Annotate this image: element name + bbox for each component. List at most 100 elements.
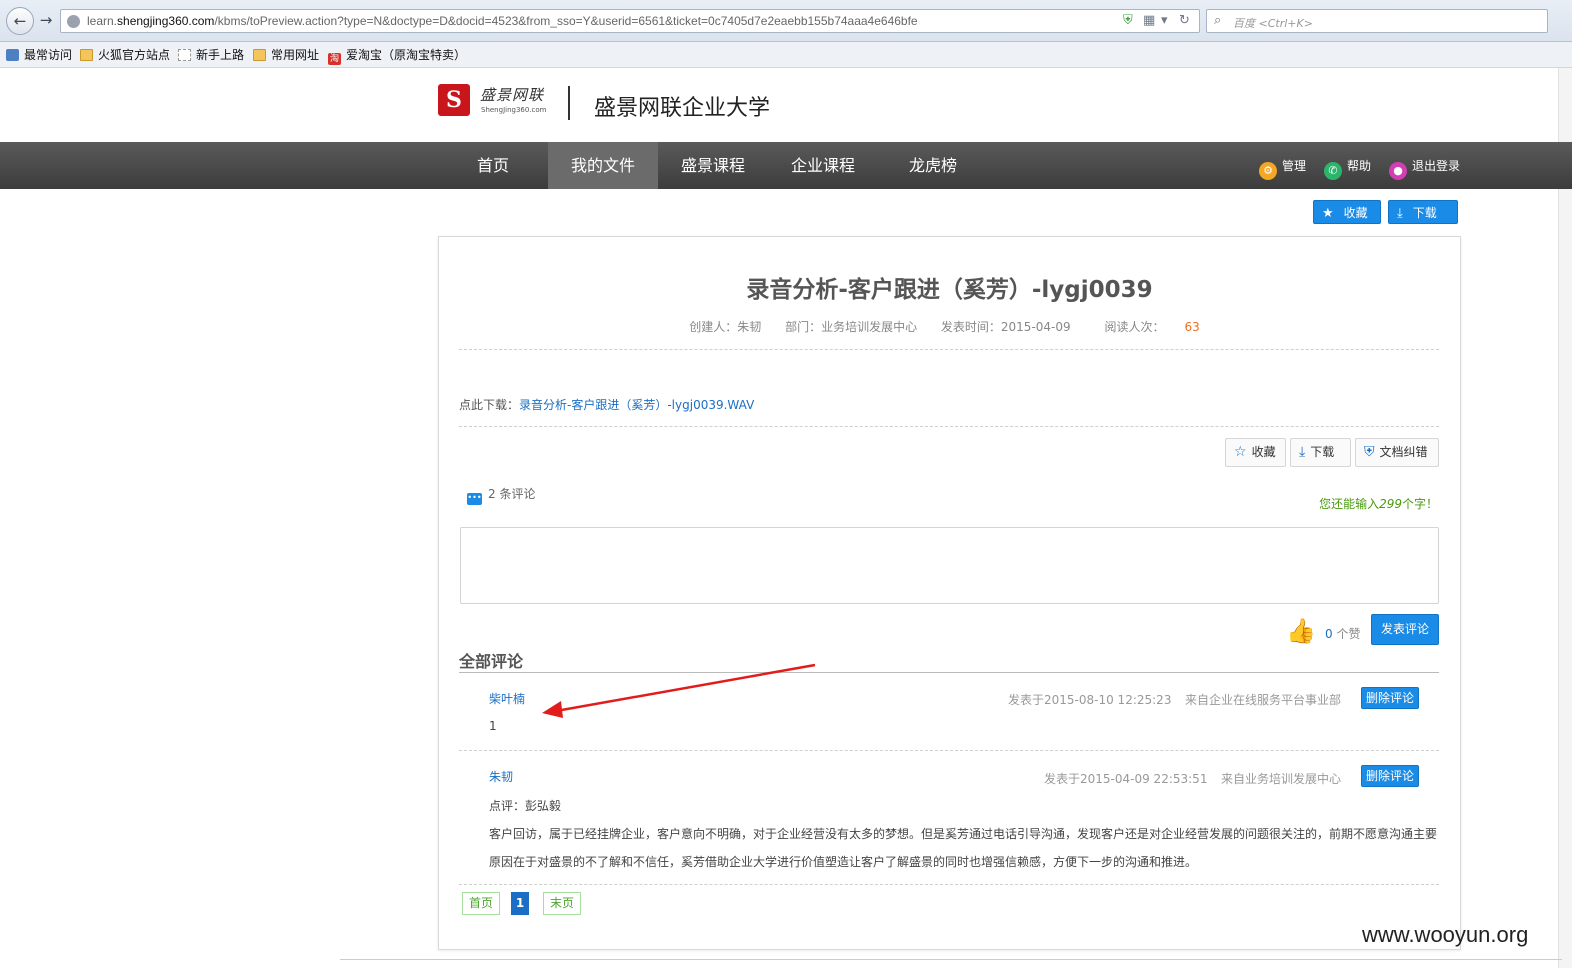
user-icon: ● [1389, 162, 1407, 180]
globe-icon [67, 15, 80, 28]
comment-input[interactable] [460, 527, 1439, 604]
bookmark-label: 新手上路 [196, 48, 245, 62]
comment-count-text: 2 条评论 [488, 487, 536, 501]
bookmark-label: 爱淘宝（原淘宝特卖） [346, 48, 467, 62]
search-icon: ⌕ [1214, 13, 1222, 28]
nav-enterprise-courses[interactable]: 企业课程 [768, 142, 878, 189]
file-download-link[interactable]: 录音分析-客户跟进（奚芳）-lygj0039.WAV [519, 398, 754, 412]
logo-script: 盛景网联 [480, 86, 545, 104]
bookmark-firefox-site[interactable]: 火狐官方站点 [80, 47, 170, 63]
comment-text-line: 原因在于对盛景的不了解和不信任，奚芳借助企业大学进行价值塑造让客户了解盛景的同时… [489, 855, 1198, 869]
help-link[interactable]: ✆ 帮助 [1324, 157, 1371, 180]
first-page-button[interactable]: 首页 [462, 892, 500, 915]
nav-shengjing-courses[interactable]: 盛景课程 [658, 142, 768, 189]
comment-source: 来自企业在线服务平台事业部 [1185, 693, 1342, 707]
main-nav: 首页 我的文件 盛景课程 企业课程 龙虎榜 ⚙ 管理 ✆ 帮助 ● 退出登录 [0, 142, 1572, 189]
publish-time: 发表时间：2015-04-09 [940, 320, 1071, 334]
comment-text: 1 [489, 719, 497, 733]
nav-home[interactable]: 首页 [438, 142, 548, 189]
forward-arrow-icon[interactable]: → [36, 7, 56, 35]
creator: 创建人：朱韧 [689, 320, 762, 334]
bookmark-common-sites[interactable]: 常用网址 [253, 47, 319, 63]
divider [459, 349, 1439, 350]
shield-icon: ⛨ [1364, 444, 1375, 460]
back-arrow-icon[interactable]: ← [6, 7, 34, 35]
nav-my-files[interactable]: 我的文件 [548, 142, 658, 189]
hint-suffix: 个字！ [1401, 497, 1438, 511]
hint-prefix: 您还能输入 [1319, 497, 1380, 511]
site-logo-icon[interactable]: S [438, 84, 470, 116]
bookmark-getting-started[interactable]: 新手上路 [178, 47, 244, 63]
search-bar[interactable]: ⌕ 百度 <Ctrl+K> [1206, 9, 1548, 33]
qr-code-icon[interactable]: ▦ [1143, 14, 1155, 28]
reload-icon[interactable]: ↻ [1179, 14, 1190, 28]
gear-icon: ⚙ [1259, 162, 1277, 180]
divider [459, 750, 1439, 751]
heading-rule [459, 672, 1439, 673]
current-page-button[interactable]: 1 [511, 892, 529, 915]
char-remaining-hint: 您还能输入299个字！ [1200, 495, 1438, 512]
comment-source: 来自业务培训发展中心 [1221, 772, 1342, 786]
favorite-label: 收藏 [1343, 206, 1368, 220]
department: 部门：业务培训发展中心 [785, 320, 918, 334]
download-icon: ⤓ [1299, 444, 1306, 460]
read-count-wrap: 阅读人次： 63 [1094, 320, 1209, 334]
document-meta: 创建人：朱韧 部门：业务培训发展中心 发表时间：2015-04-09 阅读人次：… [438, 318, 1461, 335]
divider [459, 426, 1439, 427]
logout-link[interactable]: ● 退出登录 [1389, 157, 1461, 180]
shield-icon[interactable]: ⛨ [1123, 14, 1133, 28]
folder-icon [80, 49, 93, 61]
watermark: www.wooyun.org [1362, 922, 1529, 947]
bookmark-icon [6, 49, 19, 61]
nav-leaderboard[interactable]: 龙虎榜 [878, 142, 988, 189]
favorite-button-top[interactable]: ★ 收藏 [1313, 200, 1381, 224]
delete-comment-button[interactable]: 删除评论 [1361, 687, 1419, 709]
browser-toolbar: ← → learn.shengjing360.com/kbms/toPrevie… [0, 0, 1572, 42]
search-placeholder: 百度 <Ctrl+K> [1233, 17, 1313, 30]
chat-bubble-icon: ••• [467, 493, 482, 505]
comment-text-line: 客户回访，属于已经挂牌企业，客户意向不明确，对于企业经营没有太多的梦想。但是奚芳… [489, 827, 1438, 841]
bookmark-aitaobao[interactable]: 淘爱淘宝（原淘宝特卖） [328, 47, 467, 65]
download-line: 点此下载：录音分析-客户跟进（奚芳）-lygj0039.WAV [459, 396, 754, 413]
last-page-button[interactable]: 末页 [543, 892, 581, 915]
page-icon [178, 49, 191, 61]
comment-author[interactable]: 朱韧 [489, 768, 513, 785]
like-number: 0 [1325, 627, 1333, 641]
folder-icon [253, 49, 266, 61]
comment-count: ••• 2 条评论 [467, 485, 535, 505]
bookmark-most-visited[interactable]: 最常访问 [6, 47, 72, 63]
manage-link[interactable]: ⚙ 管理 [1259, 157, 1306, 180]
bottom-rule [340, 959, 1562, 960]
download-button[interactable]: ⤓ 下载 [1290, 438, 1351, 467]
taobao-icon: 淘 [328, 53, 341, 65]
like-count: 0 个赞 [1325, 625, 1360, 642]
bookmark-label: 常用网址 [271, 48, 320, 62]
favorite-label: 收藏 [1251, 445, 1276, 459]
url-text: learn.shengjing360.com/kbms/toPreview.ac… [87, 14, 918, 28]
hint-number: 299 [1379, 497, 1402, 511]
dropdown-arrow-icon[interactable]: ▾ [1161, 14, 1168, 28]
phone-icon: ✆ [1324, 162, 1342, 180]
comment-time: 发表于2015-08-10 12:25:23 [1008, 693, 1172, 707]
download-icon: ⤓ [1397, 206, 1403, 221]
logo-subtitle: ShengJing360.com [481, 106, 547, 114]
thumbs-up-icon[interactable]: 👍 [1286, 619, 1316, 643]
all-comments-heading: 全部评论 [459, 652, 524, 671]
logout-label: 退出登录 [1412, 159, 1461, 173]
star-icon: ★ [1322, 206, 1334, 221]
delete-comment-button[interactable]: 删除评论 [1361, 765, 1419, 787]
download-label: 下载 [1412, 206, 1437, 220]
comment-author[interactable]: 柴叶楠 [489, 690, 525, 707]
comment-reviewer: 点评：彭弘毅 [489, 799, 562, 813]
download-button-top[interactable]: ⤓ 下载 [1388, 200, 1458, 224]
bookmarks-bar: 最常访问 火狐官方站点 新手上路 常用网址 淘爱淘宝（原淘宝特卖） [0, 42, 1572, 68]
report-error-button[interactable]: ⛨ 文档纠错 [1355, 438, 1439, 467]
favorite-button[interactable]: ☆ 收藏 [1225, 438, 1286, 467]
document-title: 录音分析-客户跟进（奚芳）-lygj0039 [746, 277, 1153, 303]
report-label: 文档纠错 [1379, 445, 1428, 459]
url-bar[interactable]: learn.shengjing360.com/kbms/toPreview.ac… [60, 9, 1200, 33]
download-line-label: 点此下载： [459, 398, 520, 412]
bookmark-label: 火狐官方站点 [98, 48, 171, 62]
page-scrollbar[interactable] [1558, 68, 1572, 968]
post-comment-button[interactable]: 发表评论 [1371, 614, 1439, 645]
